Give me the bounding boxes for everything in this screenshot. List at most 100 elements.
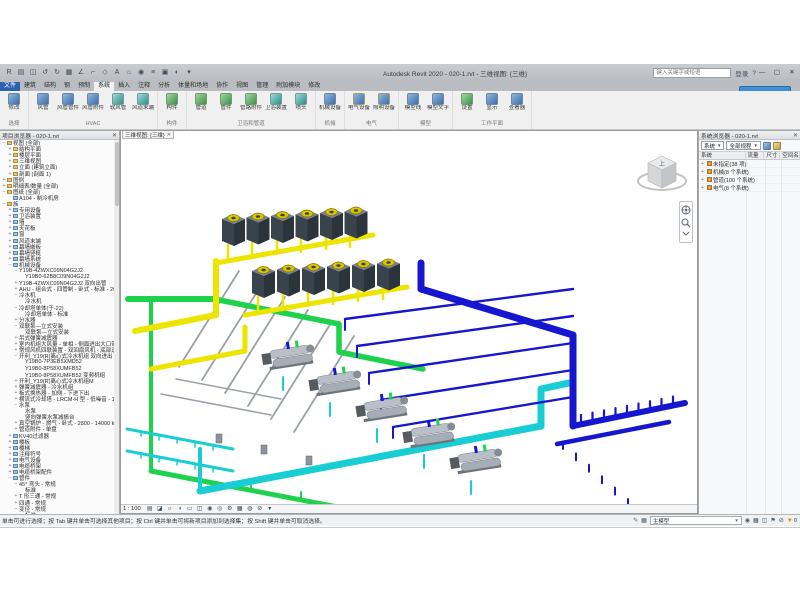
switch-windows-icon[interactable]: ◐ [172,68,182,78]
signin-label[interactable]: 登录 [735,68,748,78]
exclude-options-icon[interactable]: ⊘ [256,505,264,513]
ribbon-button-flex-duct[interactable]: 软风管 [106,92,130,112]
sun-path-icon[interactable]: ☼ [166,505,174,513]
model-3d-view[interactable] [121,139,697,506]
ribbon-tab-协作[interactable]: 协作 [212,82,232,91]
save-icon[interactable]: ◫ [28,68,38,78]
minimize-button[interactable]: — [756,67,768,78]
temporary-hide-icon[interactable]: ◉ [206,505,214,513]
section-icon[interactable]: ◉ [136,68,146,78]
worksets-icon[interactable]: ▦ [641,517,647,524]
ribbon-button-model-text[interactable]: 模型文字 [426,92,450,112]
ribbon-button-electrical-equipment[interactable]: 电气设备 [347,92,371,112]
column-header-2[interactable]: 尺寸 [764,152,780,159]
search-input[interactable] [653,68,731,78]
view-tab-close-icon[interactable]: ✕ [167,132,171,138]
open-icon[interactable]: ▤ [16,68,26,78]
ribbon-tab-附加模块[interactable]: 附加模块 [272,82,304,91]
navigation-bar[interactable] [679,201,693,243]
ribbon-button-sprinkler[interactable]: 喷头 [289,92,313,112]
shadows-icon[interactable]: ◑ [176,505,184,513]
column-header-0[interactable]: 系统 [699,152,746,159]
ribbon-button-modify-cursor[interactable]: 修改 [2,92,26,112]
system-browser-close-icon[interactable]: ✕ [793,132,798,139]
steering-wheel-icon[interactable] [681,205,691,215]
text-icon[interactable]: A [112,68,122,78]
view-tab[interactable]: 三维视图: {三维} ✕ [122,131,174,139]
temporary-view-properties-icon[interactable]: ⚙ [226,505,234,513]
print-icon[interactable]: ▦ [64,68,74,78]
project-browser-scrollbar[interactable] [114,140,119,514]
worksharing-display-icon[interactable]: ▦ [236,505,244,513]
ribbon-tab-视图[interactable]: 视图 [232,82,252,91]
ribbon-button-lighting-fixture[interactable]: 照明设备 [372,92,396,112]
close-hidden-windows-icon[interactable]: ▣ [160,68,170,78]
navbar-expand-icon[interactable] [681,231,691,237]
ribbon-tab-管理[interactable]: 管理 [252,82,272,91]
ribbon-button-pipe-accessory[interactable]: 管路附件 [239,92,263,112]
reveal-hidden-icon[interactable]: ◎ [216,505,224,513]
ribbon-button-duct[interactable]: 风管 [31,92,55,112]
customize-qat-icon[interactable]: ▾ [184,68,194,78]
thin-lines-icon[interactable]: ≡ [148,68,158,78]
zoom-icon[interactable] [681,218,691,228]
ribbon-button-model-line[interactable]: 模型线 [401,92,425,112]
maximize-button[interactable]: ▢ [771,67,783,78]
ribbon-tab-系统[interactable]: 系统 [94,82,114,91]
ribbon-button-component[interactable]: 构件 [160,92,184,112]
system-browser-row[interactable]: +电气(8 个系统) [699,184,800,192]
select-underlay-icon[interactable]: ◫ [762,517,768,524]
ribbon-button-duct-fitting[interactable]: 风管管件 [56,92,80,112]
more-icon[interactable]: ▾ [266,505,274,513]
ribbon-tab-体量和场地[interactable]: 体量和场地 [174,82,212,91]
ribbon-button-mechanical-equipment[interactable]: 机械设备 [318,92,342,112]
ribbon-tab-分析[interactable]: 分析 [154,82,174,91]
select-pinned-icon[interactable]: ⚑ [770,517,775,524]
show-crop-icon[interactable]: ◫ [196,505,204,513]
view-scale[interactable]: 1 : 100 [123,506,144,512]
revit-logo-icon[interactable]: R [4,68,14,78]
close-button[interactable]: ✕ [786,67,798,78]
autofit-columns-icon[interactable] [763,142,771,150]
ribbon-tab-插入[interactable]: 插入 [114,82,134,91]
select-links-icon[interactable]: ▦ [753,517,759,524]
ribbon-button-pipe[interactable]: 管道 [189,92,213,112]
drag-on-selection-icon[interactable]: ⊘ [779,517,784,524]
detail-level-icon[interactable]: ▤ [146,505,154,513]
ribbon-button-plumbing-fixture[interactable]: 卫浴装置 [264,92,288,112]
measure-icon[interactable]: ∠ [76,68,86,78]
ribbon-tab-建筑[interactable]: 建筑 [20,82,40,91]
drawing-area[interactable]: 上 三维视图: {三维} ✕ 1 : 100 ▤◪☼◑▭◫◉◎⚙▦◍⊘▾ [120,130,698,514]
ribbon-button-workplane-viewer[interactable]: 查看器 [505,92,529,112]
ribbon-tab-文件[interactable]: 文件 [0,82,20,91]
ribbon-tab-钢[interactable]: 钢 [60,82,74,91]
column-settings-icon[interactable] [773,142,781,150]
redo-icon[interactable]: ↻ [52,68,62,78]
viewcube[interactable]: 上 [635,143,689,197]
view-type-dropdown[interactable]: 系统▼ [701,141,724,150]
editable-only-icon[interactable]: ✎ [633,517,638,524]
tag-icon[interactable]: ◇ [100,68,110,78]
ribbon-tab-结构[interactable]: 结构 [40,82,60,91]
design-option-dropdown[interactable]: 主模型▼ [650,516,742,525]
undo-icon[interactable]: ↺ [40,68,50,78]
ribbon-button-workplane-show[interactable]: 显示 [480,92,504,112]
column-header-1[interactable]: 流量 [746,152,765,159]
column-header-3[interactable]: 空间名称 [780,152,800,159]
show-constraints-icon[interactable]: ◍ [246,505,254,513]
default-3d-view-icon[interactable]: ⌂ [124,68,134,78]
active-only-icon[interactable]: ◉ [745,517,750,524]
ribbon-button-workplane-set[interactable]: 设置 [455,92,479,112]
aligned-dimension-icon[interactable]: ⌐ [88,68,98,78]
ribbon-tab-注释[interactable]: 注释 [134,82,154,91]
selection-filter[interactable]: ▼ 0 [787,518,797,524]
ribbon-button-air-terminal[interactable]: 风道末端 [131,92,155,112]
project-browser-close-icon[interactable]: ✕ [112,132,117,139]
ribbon-tab-修改[interactable]: 修改 [304,82,324,91]
crop-view-icon[interactable]: ▭ [186,505,194,513]
discipline-dropdown[interactable]: 全部规程▼ [726,141,760,150]
ribbon-button-pipe-fitting[interactable]: 管件 [214,92,238,112]
visual-style-icon[interactable]: ◪ [156,505,164,513]
ribbon-tab-预制[interactable]: 预制 [74,82,94,91]
ribbon-button-duct-accessory[interactable]: 风管附件 [81,92,105,112]
